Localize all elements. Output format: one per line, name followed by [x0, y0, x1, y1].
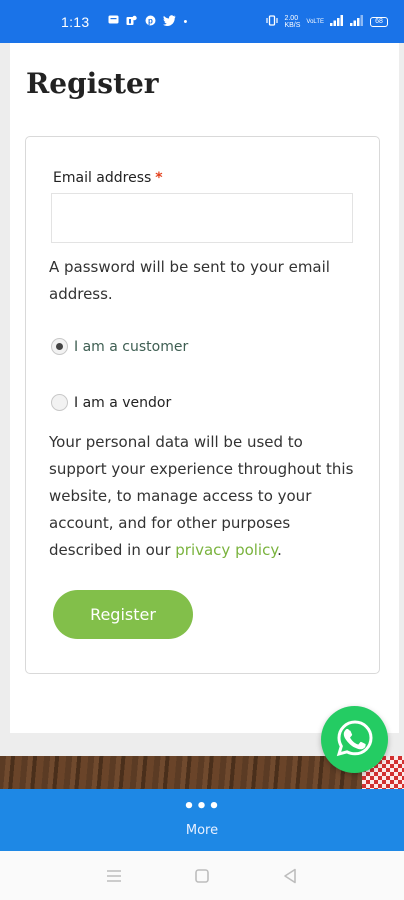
svg-text:p: p: [149, 16, 154, 25]
radio-customer-label[interactable]: I am a customer: [74, 339, 188, 355]
volte-icon: VoLTE: [306, 18, 324, 25]
status-time: 1:13: [61, 13, 90, 30]
password-note: A password will be sent to your email ad…: [49, 258, 330, 303]
signal-icon: [330, 14, 344, 29]
battery-icon: 68: [370, 16, 388, 27]
network-speed: 2.00 KB/S: [284, 14, 301, 29]
email-field[interactable]: [51, 193, 353, 243]
dot-indicator: •: [183, 15, 188, 28]
radio-vendor-label[interactable]: I am a vendor: [74, 395, 171, 411]
status-bar: 1:13 p • 2.00 KB/S VoLTE 68: [0, 0, 404, 43]
radio-vendor-button[interactable]: [51, 394, 68, 411]
email-label-text: Email address: [53, 170, 152, 186]
twitter-icon: [163, 14, 176, 29]
teams-icon: [126, 15, 138, 29]
register-form: Email address * A password will be sent t…: [25, 136, 380, 674]
privacy-text-end: .: [277, 541, 282, 559]
privacy-notice: Your personal data will be used to suppo…: [49, 429, 364, 564]
status-right: 2.00 KB/S VoLTE 68: [266, 14, 388, 29]
signal-icon-2: [350, 14, 364, 29]
vibrate-icon: [266, 14, 279, 29]
radio-vendor[interactable]: I am a vendor: [51, 394, 171, 411]
more-icon[interactable]: •••: [0, 798, 404, 816]
status-left: 1:13 p •: [61, 14, 187, 30]
radio-customer-button[interactable]: [51, 338, 68, 355]
email-label: Email address *: [53, 170, 163, 186]
radio-customer[interactable]: I am a customer: [51, 338, 188, 355]
recents-button[interactable]: [102, 864, 126, 888]
register-page: Register Email address * A password will …: [10, 43, 399, 733]
system-nav-bar: [0, 851, 404, 900]
privacy-policy-link[interactable]: privacy policy: [175, 541, 277, 559]
page-title: Register: [26, 67, 159, 100]
pinterest-icon: p: [145, 15, 156, 29]
more-tab-label[interactable]: More: [0, 823, 404, 838]
required-mark: *: [155, 170, 163, 186]
register-button[interactable]: Register: [53, 590, 193, 639]
whatsapp-button[interactable]: [321, 706, 388, 773]
square-icon: [195, 868, 209, 883]
back-triangle-icon: [284, 868, 296, 883]
menu-icon: [107, 869, 121, 882]
message-icon: [108, 15, 119, 28]
home-button[interactable]: [190, 864, 214, 888]
whatsapp-icon: [335, 718, 375, 762]
bottom-tab-bar[interactable]: ••• More: [0, 789, 404, 851]
back-button[interactable]: [278, 864, 302, 888]
